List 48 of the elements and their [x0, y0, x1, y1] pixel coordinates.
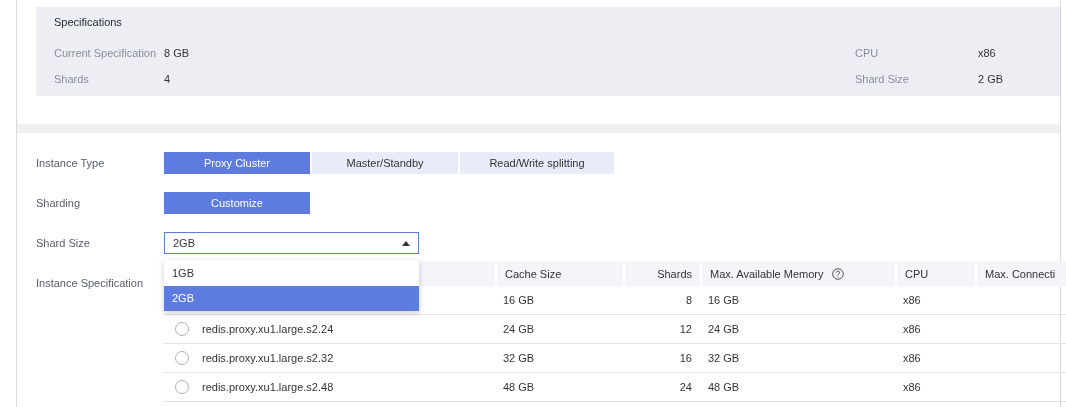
table-cell-text: 16 GB [502, 294, 536, 306]
dropdown-option[interactable]: 2GB [164, 286, 419, 311]
field-label: Instance Specification [36, 276, 144, 291]
radio-button[interactable] [175, 322, 189, 336]
table-header: Cache Size [495, 261, 623, 286]
instance-type-option[interactable]: Proxy Cluster [164, 152, 310, 174]
spec-value: 4 [164, 72, 172, 86]
table-cell: redis.proxy.xu1.large.s2.24 [202, 323, 334, 335]
table-cell-text: 32 GB [707, 352, 741, 364]
spec-value: 2 GB [978, 72, 1005, 86]
table-cell: redis.proxy.xu1.large.s2.48 [202, 381, 334, 393]
spec-value: 8 GB [164, 46, 191, 60]
table-cell-text: 24 GB [502, 323, 536, 335]
radio-button[interactable] [175, 380, 189, 394]
spec-value: x86 [978, 46, 997, 60]
table-cell-text: x86 [902, 294, 922, 306]
table-cell-text: 16 GB [707, 294, 741, 306]
section-title: Specifications [54, 16, 123, 30]
radio-button[interactable] [175, 351, 189, 365]
table-cell-text: 32 GB [502, 352, 536, 364]
spec-label: Shards [54, 72, 90, 86]
instance-type-option[interactable]: Master/Standby [312, 152, 458, 174]
table-header: Max. Connecti [975, 261, 1066, 286]
table-cell-text: 48 GB [502, 381, 536, 393]
table-header: CPU [895, 261, 975, 286]
table-header: Max. Available Memory [700, 261, 895, 286]
spec-label: Current Specification [54, 46, 158, 60]
table-cell-text: x86 [902, 352, 922, 364]
field-label: Instance Type [36, 156, 106, 171]
table-header: Shards [623, 261, 700, 286]
field-label: Sharding [36, 196, 82, 211]
table-cell: redis.proxy.xu1.large.s2.32 [202, 352, 334, 364]
table-cell-text: 16 [678, 352, 693, 364]
table-cell-text: 48 GB [707, 381, 741, 393]
shard-size-select[interactable]: 2GB [164, 232, 419, 254]
table-cell-text: 24 [678, 381, 693, 393]
table-cell-text: 12 [678, 323, 693, 335]
spec-label: CPU [855, 46, 880, 60]
field-label: Shard Size [36, 236, 91, 251]
table-cell-text: 24 GB [707, 323, 741, 335]
spec-label: Shard Size [855, 72, 910, 86]
table-cell-text: 8 [684, 294, 693, 306]
table-cell-text: x86 [902, 323, 922, 335]
sharding-option[interactable]: Customize [164, 192, 310, 214]
caret-icon [402, 240, 410, 246]
dropdown-option[interactable]: 1GB [164, 261, 419, 286]
instance-type-option[interactable]: Read/Write splitting [460, 152, 614, 174]
table-cell-text: x86 [902, 381, 922, 393]
